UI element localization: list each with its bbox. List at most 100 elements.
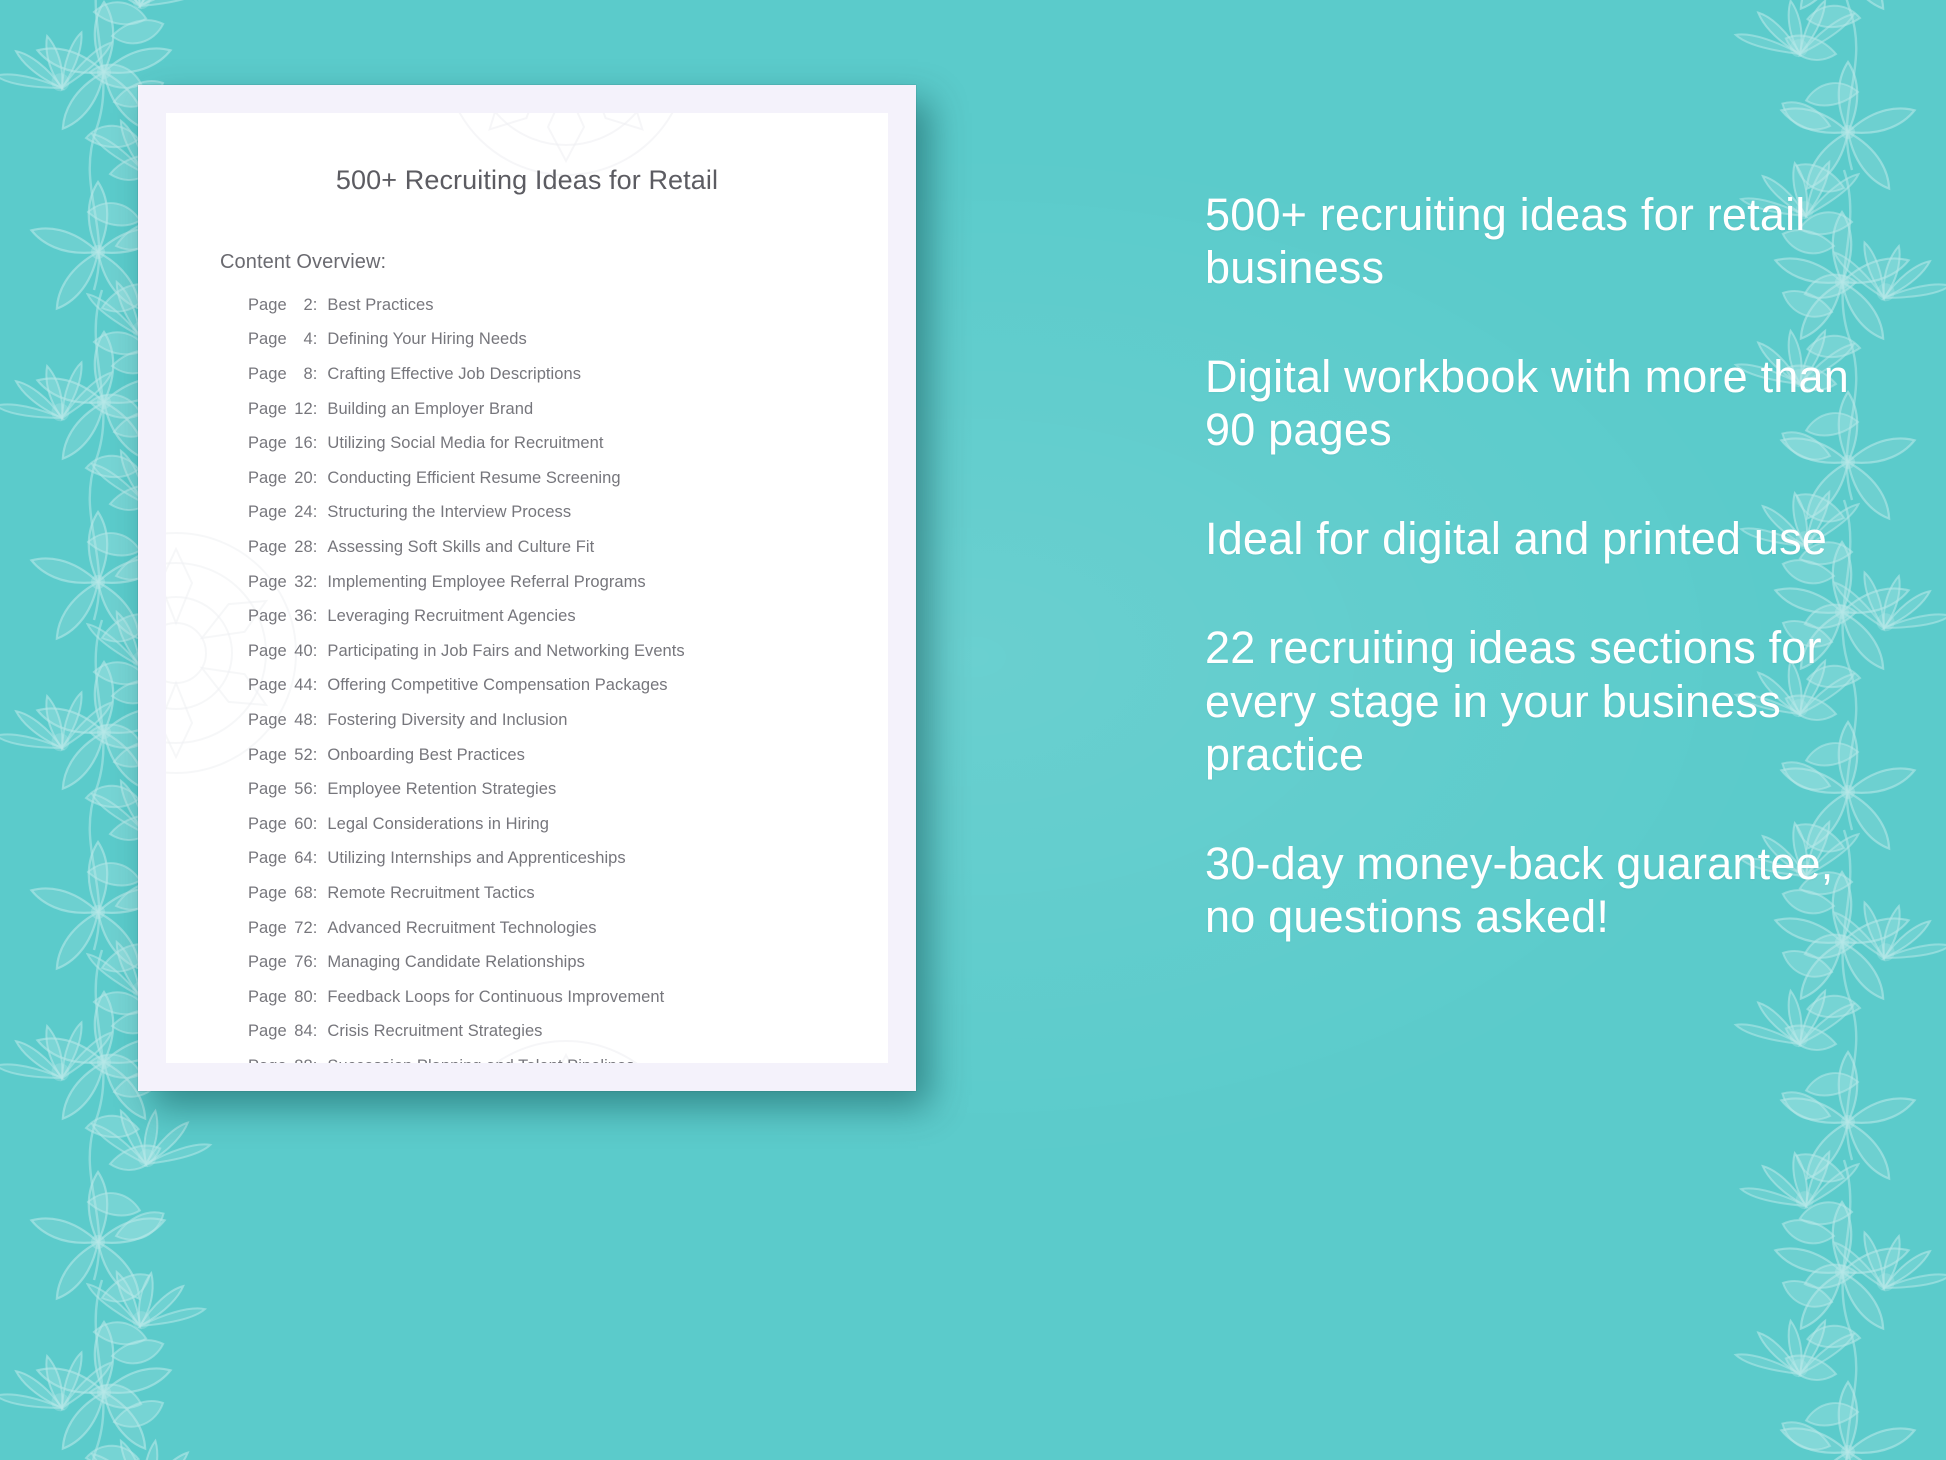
table-of-contents-row: Page 2: Best Practices	[248, 296, 834, 315]
toc-page-number: 88	[287, 1057, 313, 1063]
table-of-contents-row: Page 56: Employee Retention Strategies	[248, 780, 834, 799]
toc-colon: :	[312, 365, 318, 384]
toc-page-number: 36	[294, 607, 313, 626]
toc-colon: :	[312, 710, 318, 729]
toc-page-word: Page	[248, 607, 287, 626]
table-of-contents-row: Page 68: Remote Recruitment Tactics	[248, 884, 834, 903]
toc-page-label: Page 2:	[248, 296, 327, 315]
document-card: 500+ Recruiting Ideas for Retail Content…	[138, 85, 916, 1091]
toc-entry-title: Utilizing Internships and Apprenticeship…	[327, 849, 626, 868]
toc-page-number: 20	[294, 468, 313, 487]
marketing-bullets: 500+ recruiting ideas for retail busines…	[1205, 188, 1865, 943]
toc-page-label: Page 68:	[248, 884, 327, 903]
table-of-contents-row: Page 12: Building an Employer Brand	[248, 400, 834, 419]
toc-colon: :	[312, 780, 318, 799]
toc-page-number: 48	[294, 710, 313, 729]
table-of-contents-row: Page88:Succession Planning and Talent Pi…	[248, 1057, 834, 1063]
table-of-contents-row: Page 20: Conducting Efficient Resume Scree…	[248, 469, 834, 488]
toc-page-word: Page	[248, 745, 287, 764]
toc-page-number: 64	[294, 849, 313, 868]
toc-page-word: Page	[248, 780, 287, 799]
toc-colon: :	[312, 918, 318, 937]
toc-entry-title: Managing Candidate Relationships	[327, 953, 585, 972]
toc-entry-title: Legal Considerations in Hiring	[327, 814, 550, 833]
toc-page-number: 8	[303, 365, 313, 384]
toc-entry-title: Crafting Effective Job Descriptions	[327, 365, 582, 384]
marketing-bullet: 500+ recruiting ideas for retail busines…	[1205, 189, 1806, 294]
toc-entry-title: Assessing Soft Skills and Culture Fit	[327, 538, 595, 557]
toc-page-label: Page 20:	[248, 469, 327, 488]
table-of-contents-row: Page 4: Defining Your Hiring Needs	[248, 330, 834, 349]
toc-page-label: Page88:	[248, 1057, 327, 1063]
toc-page-word: Page	[248, 883, 287, 902]
table-of-contents-row: Page 24: Structuring the Interview Process	[248, 503, 834, 522]
toc-page-word: Page	[248, 434, 287, 453]
toc-entry-title: Structuring the Interview Process	[327, 503, 572, 522]
toc-page-label: Page 64:	[248, 849, 327, 868]
table-of-contents-row: Page 32: Implementing Employee Referral Pr…	[248, 573, 834, 592]
toc-entry-title: Participating in Job Fairs and Networkin…	[327, 641, 685, 660]
toc-page-word: Page	[248, 918, 287, 937]
toc-entry-title: Employee Retention Strategies	[327, 780, 557, 799]
toc-entry-title: Feedback Loops for Continuous Improvemen…	[327, 987, 665, 1006]
toc-colon: :	[312, 849, 318, 868]
toc-page-label: Page 36:	[248, 607, 327, 626]
toc-page-word: Page	[248, 330, 287, 349]
toc-page-word: Page	[248, 1057, 287, 1063]
toc-colon: :	[312, 1022, 318, 1041]
page-content: 500+ Recruiting Ideas for Retail Content…	[166, 113, 888, 1063]
table-of-contents: Page 2: Best Practices Page 4: Defining Your …	[220, 296, 834, 1063]
toc-page-number: 44	[294, 676, 313, 695]
table-of-contents-row: Page 16: Utilizing Social Media for Recrui…	[248, 434, 834, 453]
table-of-contents-row: Page 44: Offering Competitive Compensation…	[248, 676, 834, 695]
toc-entry-title: Implementing Employee Referral Programs	[327, 572, 646, 591]
toc-colon: :	[312, 503, 318, 522]
marketing-bullet: 30-day money-back guarantee, no question…	[1205, 837, 1834, 942]
toc-entry-title: Offering Competitive Compensation Packag…	[327, 676, 668, 695]
toc-colon: :	[312, 814, 318, 833]
toc-entry-title: Building an Employer Brand	[327, 399, 534, 418]
toc-page-word: Page	[248, 710, 287, 729]
page-title: 500+ Recruiting Ideas for Retail	[335, 165, 719, 195]
toc-page-word: Page	[248, 365, 287, 384]
toc-entry-title: Succession Planning and Talent Pipelines	[327, 1057, 634, 1063]
toc-page-word: Page	[248, 641, 287, 660]
toc-entry-title: Utilizing Social Media for Recruitment	[327, 434, 604, 453]
toc-page-word: Page	[248, 987, 287, 1006]
toc-colon: :	[312, 330, 318, 349]
toc-entry-title: Defining Your Hiring Needs	[327, 330, 527, 349]
toc-page-word: Page	[248, 538, 287, 557]
toc-page-number: 40	[294, 641, 313, 660]
toc-page-label: Page 76:	[248, 953, 327, 972]
document-page: 500+ Recruiting Ideas for Retail Content…	[166, 113, 888, 1063]
toc-colon: :	[312, 987, 318, 1006]
toc-page-word: Page	[248, 676, 287, 695]
toc-page-word: Page	[248, 953, 287, 972]
toc-page-number: 4	[303, 330, 313, 349]
toc-colon: :	[312, 953, 318, 972]
toc-colon: :	[312, 745, 318, 764]
toc-page-word: Page	[248, 849, 287, 868]
toc-colon: :	[312, 399, 318, 418]
toc-page-label: Page 80:	[248, 988, 327, 1007]
toc-page-label: Page 28:	[248, 538, 327, 557]
table-of-contents-row: Page 76: Managing Candidate Relationships	[248, 953, 834, 972]
table-of-contents-row: Page 80: Feedback Loops for Continuous Imp…	[248, 988, 834, 1007]
toc-page-label: Page 4:	[248, 330, 327, 349]
toc-page-number: 32	[294, 572, 313, 591]
toc-page-word: Page	[248, 814, 287, 833]
table-of-contents-row: Page 64: Utilizing Internships and Apprent…	[248, 849, 834, 868]
toc-page-label: Page 48:	[248, 711, 327, 730]
table-of-contents-row: Page 72: Advanced Recruitment Technologies	[248, 919, 834, 938]
toc-page-label: Page 44:	[248, 676, 327, 695]
toc-entry-title: Fostering Diversity and Inclusion	[327, 710, 568, 729]
toc-page-word: Page	[248, 503, 287, 522]
toc-colon: :	[312, 676, 318, 695]
toc-page-label: Page 40:	[248, 642, 327, 661]
toc-colon: :	[312, 883, 318, 902]
table-of-contents-row: Page 48: Fostering Diversity and Inclusion	[248, 711, 834, 730]
table-of-contents-row: Page 52: Onboarding Best Practices	[248, 746, 834, 765]
toc-entry-title: Best Practices	[327, 295, 434, 314]
marketing-bullet: 22 recruiting ideas sections for every s…	[1205, 622, 1822, 780]
toc-page-label: Page 32:	[248, 573, 327, 592]
